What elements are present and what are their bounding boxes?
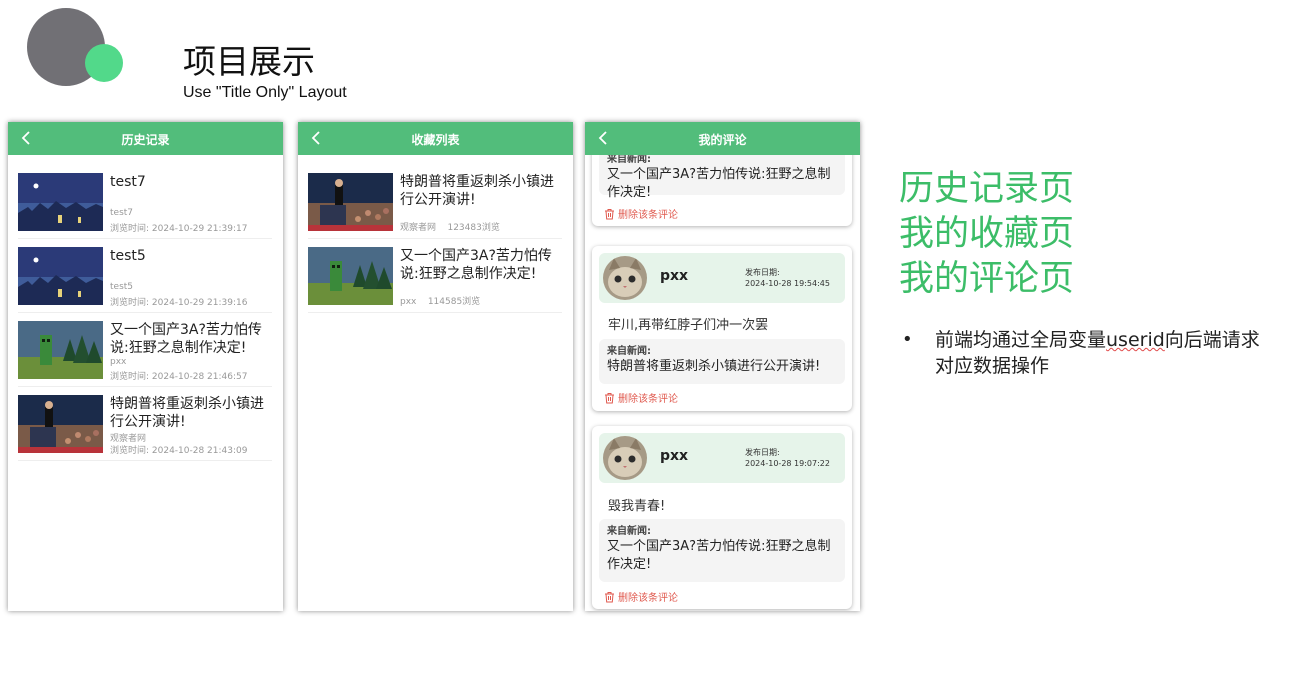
comment-user-bar: pxx 发布日期: 2024-10-28 19:07:22	[599, 433, 845, 483]
publish-date: 2024-10-28 19:54:45	[745, 279, 830, 288]
publish-date: 2024-10-28 19:07:22	[745, 459, 830, 468]
item-time: 浏览时间: 2024-10-28 21:43:09	[110, 446, 248, 456]
item-source: test5	[110, 282, 134, 292]
history-item[interactable]: test5 test5 浏览时间: 2024-10-29 21:39:16	[18, 247, 272, 313]
news-reference[interactable]: 来自新闻: 又一个国产3A?苦力怕传说:狂野之息制作决定!	[599, 519, 845, 582]
delete-comment-button[interactable]: 删除该条评论	[604, 206, 678, 221]
item-title: 特朗普将重返刺杀小镇进行公开演讲!	[110, 396, 264, 430]
slide-title: 项目展示	[183, 42, 315, 81]
slide-subtitle: Use "Title Only" Layout	[183, 84, 347, 101]
comment-text: 牢川,再带红脖子们冲一次罢	[608, 318, 769, 333]
delete-comment-button[interactable]: 删除该条评论	[604, 390, 678, 405]
comment-text: 毁我青春!	[608, 499, 666, 514]
thumbnail-rally-stage	[308, 173, 393, 231]
delete-comment-button[interactable]: 删除该条评论	[604, 589, 678, 604]
news-title: 又一个国产3A?苦力怕传说:狂野之息制作决定!	[607, 539, 831, 572]
app-header: 收藏列表	[298, 122, 573, 155]
username: pxx	[660, 448, 689, 464]
pages-list-item: 我的评论页	[899, 259, 1075, 299]
pages-list: 历史记录页 我的收藏页 我的评论页	[899, 167, 1074, 302]
screen-title: 历史记录	[121, 133, 170, 147]
comment-user-bar: pxx 发布日期: 2024-10-28 19:54:45	[599, 253, 845, 303]
item-source: pxx	[110, 357, 127, 367]
favorites-screen: 收藏列表 特朗普将重返刺杀小镇进行公开演讲! 观察者网 123483浏览 又一个…	[298, 122, 573, 611]
history-item[interactable]: 又一个国产3A?苦力怕传说:狂野之息制作决定! pxx 浏览时间: 2024-1…	[18, 321, 272, 387]
item-title: test5	[110, 248, 146, 264]
delete-label: 删除该条评论	[618, 210, 678, 221]
trash-icon	[605, 591, 614, 602]
trash-icon	[605, 208, 614, 219]
view-count: 114585浏览	[427, 297, 481, 307]
news-reference[interactable]: 来自新闻: 特朗普将重返刺杀小镇进行公开演讲!	[599, 339, 845, 384]
screen-title: 我的评论	[698, 133, 747, 147]
news-title: 特朗普将重返刺杀小镇进行公开演讲!	[607, 359, 821, 374]
screen-title: 收藏列表	[411, 133, 460, 147]
bullet-text: 前端均通过全局变量userid向后端请求对应数据操作	[935, 327, 1275, 379]
bullet-text-highlight: userid	[1106, 329, 1165, 351]
item-time: 浏览时间: 2024-10-28 21:46:57	[110, 372, 248, 382]
item-title: 又一个国产3A?苦力怕传说:狂野之息制作决定!	[110, 322, 262, 356]
history-item[interactable]: test7 test7 浏览时间: 2024-10-29 21:39:17	[18, 173, 272, 239]
thumbnail-game-forest	[18, 321, 103, 379]
thumbnail-rally-stage	[18, 395, 103, 453]
app-header: 我的评论	[585, 122, 860, 155]
item-meta: 观察者网 123483浏览	[400, 220, 500, 233]
avatar[interactable]	[603, 256, 647, 300]
avatar[interactable]	[603, 436, 647, 480]
item-source: 观察者网	[400, 223, 437, 233]
item-source: pxx	[400, 297, 417, 307]
item-time: 浏览时间: 2024-10-29 21:39:17	[110, 224, 248, 234]
news-title: 又一个国产3A?苦力怕传说:狂野之息制作决定!	[607, 167, 831, 200]
favorite-item[interactable]: 特朗普将重返刺杀小镇进行公开演讲! 观察者网 123483浏览	[308, 173, 562, 239]
bullet-text-before: 前端均通过全局变量	[935, 329, 1107, 351]
username: pxx	[660, 268, 689, 284]
item-source: test7	[110, 208, 134, 218]
news-from-label: 来自新闻:	[607, 346, 651, 357]
bullet-dot-icon: •	[902, 329, 913, 350]
slide: 项目展示 Use "Title Only" Layout 历史记录 test7 …	[0, 0, 1302, 683]
decorative-green-circle	[85, 44, 123, 82]
thumbnail-city-night	[18, 173, 103, 231]
trash-icon	[605, 392, 614, 403]
item-meta: pxx 114585浏览	[400, 294, 480, 307]
publish-date-label: 发布日期:	[745, 268, 780, 277]
comments-screen: 我的评论 来自新闻: 又一个国产3A?苦力怕传说:狂野之息制作决定! 删除该条评…	[585, 122, 860, 611]
history-screen: 历史记录 test7 test7 浏览时间: 2024-10-29 21:39:…	[8, 122, 283, 611]
comment-card: pxx 发布日期: 2024-10-28 19:07:22 毁我青春! 来自新闻…	[592, 426, 852, 609]
item-title: 特朗普将重返刺杀小镇进行公开演讲!	[400, 174, 554, 208]
pages-list-item: 我的收藏页	[899, 214, 1075, 254]
item-title: 又一个国产3A?苦力怕传说:狂野之息制作决定!	[400, 248, 552, 282]
history-item[interactable]: 特朗普将重返刺杀小镇进行公开演讲! 观察者网 浏览时间: 2024-10-28 …	[18, 395, 272, 461]
app-header: 历史记录	[8, 122, 283, 155]
delete-label: 删除该条评论	[618, 394, 678, 405]
news-from-label: 来自新闻:	[607, 526, 651, 537]
item-title: test7	[110, 174, 146, 190]
favorite-item[interactable]: 又一个国产3A?苦力怕传说:狂野之息制作决定! pxx 114585浏览	[308, 247, 562, 313]
publish-date-label: 发布日期:	[745, 448, 780, 457]
thumbnail-game-forest	[308, 247, 393, 305]
item-time: 浏览时间: 2024-10-29 21:39:16	[110, 298, 248, 308]
view-count: 123483浏览	[447, 223, 500, 233]
delete-label: 删除该条评论	[618, 593, 678, 604]
thumbnail-city-night	[18, 247, 103, 305]
comment-card: pxx 发布日期: 2024-10-28 19:54:45 牢川,再带红脖子们冲…	[592, 246, 852, 411]
pages-list-item: 历史记录页	[899, 169, 1075, 209]
